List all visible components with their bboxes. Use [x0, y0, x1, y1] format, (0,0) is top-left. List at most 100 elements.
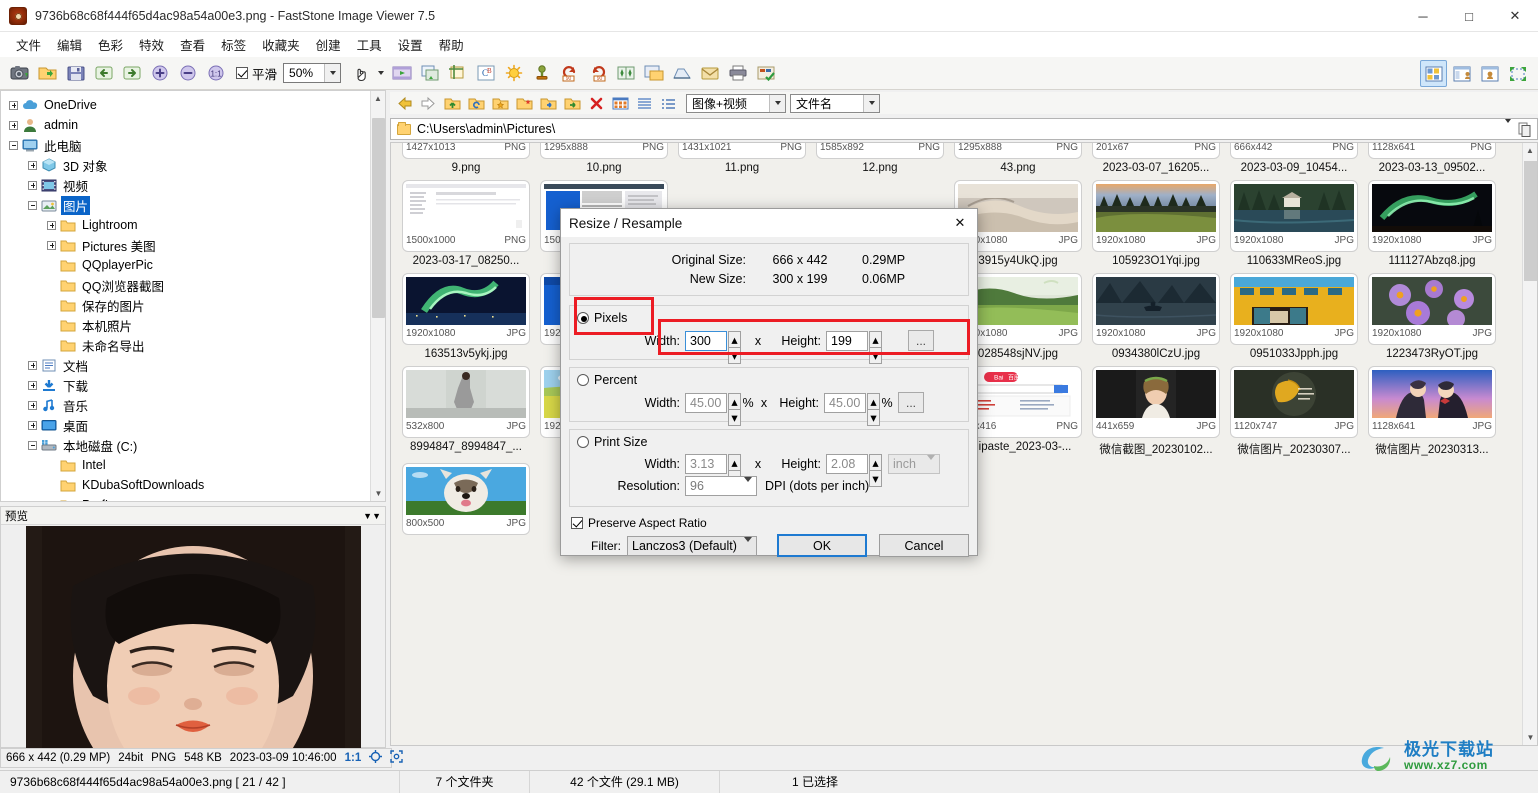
sidebar-item-18[interactable]: Intel [5, 455, 371, 475]
previous-image-icon[interactable] [90, 60, 117, 87]
sidebar-item-4[interactable]: 视频 [5, 175, 371, 195]
thumbnail-cell[interactable]: 1920x1080 JPG 163513v5ykj.jpg [397, 273, 535, 360]
thumbnail-cell[interactable]: 1120x747 JPG 微信图片_20230307... [1225, 366, 1363, 457]
tree-expander-plus[interactable] [28, 160, 37, 170]
slideshow-icon[interactable] [388, 60, 415, 87]
thumbnail-card[interactable]: 1431x1021 PNG [678, 143, 806, 159]
thumbnail-cell[interactable]: 532x800 JPG 8994847_8994847_... [397, 366, 535, 457]
sidebar-item-13[interactable]: 文档 [5, 355, 371, 375]
tree-expander-plus[interactable] [47, 220, 56, 230]
menu-color[interactable]: 色彩 [90, 32, 131, 57]
maximize-button[interactable]: □ [1446, 0, 1492, 32]
thumbnail-card[interactable]: 666x442 PNG [1230, 143, 1358, 159]
menu-help[interactable]: 帮助 [431, 32, 472, 57]
percent-radio-button[interactable] [577, 374, 589, 386]
sidebar-item-11[interactable]: 本机照片 [5, 315, 371, 335]
sort-by-select[interactable]: 文件名 [790, 93, 880, 113]
pixels-height-input[interactable]: 199 [826, 330, 868, 351]
chevron-down-icon[interactable] [769, 94, 785, 112]
thumbnail-card[interactable]: 1920x1080 JPG [1230, 273, 1358, 345]
thumbnail-cell[interactable]: 1920x1080 JPG 1223473RyOT.jpg [1363, 273, 1501, 360]
resolution-select[interactable]: 96 [685, 476, 757, 496]
path-bar[interactable]: C:\Users\admin\Pictures\ [390, 118, 1538, 140]
preview-view-icon[interactable] [1476, 60, 1503, 87]
crop-icon[interactable] [444, 60, 471, 87]
open-folder-icon[interactable] [34, 60, 61, 87]
hand-tool-icon[interactable] [347, 60, 374, 87]
tree-expander-plus[interactable] [47, 240, 56, 250]
thumbnail-card[interactable]: 1920x1080 JPG [1230, 180, 1358, 252]
sidebar-item-7[interactable]: Pictures 美图 [5, 235, 371, 255]
thumbnail-cell[interactable]: 1500x1000 PNG 2023-03-17_08250... [397, 180, 535, 267]
pixels-width-spinner[interactable]: ▴ ▾ [728, 330, 741, 364]
smooth-checkbox[interactable]: 平滑 [236, 64, 277, 83]
tree-expander-plus[interactable] [9, 100, 18, 110]
chevron-down-icon[interactable] [863, 94, 879, 112]
back-icon[interactable] [392, 93, 416, 113]
save-icon[interactable] [62, 60, 89, 87]
tree-expander-plus[interactable] [9, 120, 18, 130]
thumbnail-card[interactable]: 800x500 JPG [402, 463, 530, 535]
tree-expander-minus[interactable] [28, 440, 37, 450]
thumbnail-card[interactable]: 1920x1080 JPG [1368, 180, 1496, 252]
copy-path-button[interactable] [1512, 118, 1536, 140]
thumbnail-cell[interactable]: 600000T9D4DV45XQYKKAAEU85201x67PNG2023-0… [1087, 143, 1225, 174]
percent-presets-button[interactable]: ... [898, 392, 924, 413]
preserve-aspect-ratio-checkbox[interactable]: Preserve Aspect Ratio [569, 514, 969, 534]
chevron-double-down-icon[interactable]: ▼▼ [363, 511, 381, 521]
sidebar-item-16[interactable]: 桌面 [5, 415, 371, 435]
percent-height-input[interactable]: 45.00 [824, 392, 866, 413]
menu-tools[interactable]: 工具 [349, 32, 390, 57]
sidebar-item-3[interactable]: 3D 对象 [5, 155, 371, 175]
thumbnail-cell[interactable]: 1920x1080 JPG 111127Abzq8.jpg [1363, 180, 1501, 267]
thumbnail-cell[interactable]: 1920x1080 JPG 0934380lCzU.jpg [1087, 273, 1225, 360]
menu-effects[interactable]: 特效 [131, 32, 172, 57]
move-to-icon[interactable] [560, 93, 584, 113]
sidebar-item-17[interactable]: 本地磁盘 (C:) [5, 435, 371, 455]
sidebar-item-5[interactable]: 图片 [5, 195, 371, 215]
rotate-right-icon[interactable]: 90 [584, 60, 611, 87]
pixels-presets-button[interactable]: ... [908, 330, 934, 351]
thumbnail-card[interactable]: 600000T9D4DV45XQYKKAAEU85201x67PNG [1092, 143, 1220, 159]
sidebar-item-8[interactable]: QQplayerPic [5, 255, 371, 275]
tree-expander-plus[interactable] [28, 180, 37, 190]
zoom-level-select[interactable]: 50% [283, 63, 342, 83]
edit-external-icon[interactable] [752, 60, 779, 87]
menu-favorites[interactable]: 收藏夹 [254, 32, 308, 57]
next-image-icon[interactable] [118, 60, 145, 87]
sidebar-item-2[interactable]: 此电脑 [5, 135, 371, 155]
resize-resample-dialog[interactable]: Resize / Resample ✕ Original Size: 666 x… [560, 208, 978, 557]
thumbnail-card[interactable]: 1128x641 PNG [1368, 143, 1496, 159]
hand-tool-dropdown-icon[interactable] [375, 60, 387, 87]
resize-icon[interactable] [640, 60, 667, 87]
tree-scrollbar[interactable]: ▲ ▼ [370, 91, 385, 501]
thumbnail-card[interactable]: 1500x1000 PNG [402, 180, 530, 252]
clone-stamp-icon[interactable] [528, 60, 555, 87]
thumbnail-card[interactable]: 1120x747 JPG [1230, 366, 1358, 438]
thumbnail-cell[interactable]: 1295x888 PNG 43.png [949, 143, 1087, 174]
thumbnail-cell[interactable]: 1920x1080 JPG 105923O1Yqi.jpg [1087, 180, 1225, 267]
percent-radio[interactable]: Percent [570, 368, 968, 389]
thumbnail-cell[interactable]: 1295x888 PNG 10.png [535, 143, 673, 174]
new-folder-icon[interactable] [512, 93, 536, 113]
percent-width-spinner[interactable]: ▴ ▾ [728, 392, 741, 426]
zoom-out-icon[interactable] [174, 60, 201, 87]
cancel-button[interactable]: Cancel [879, 534, 969, 557]
print-width-spinner[interactable]: ▴▾ [728, 454, 741, 487]
scan-icon[interactable] [668, 60, 695, 87]
tree-scroll-thumb[interactable] [372, 118, 385, 318]
thumbnail-card[interactable]: 441x659 JPG [1092, 366, 1220, 438]
thumbnail-cell[interactable]: 1585x892 PNG 12.png [811, 143, 949, 174]
sidebar-item-19[interactable]: KDubaSoftDownloads [5, 475, 371, 495]
sidebar-item-10[interactable]: 保存的图片 [5, 295, 371, 315]
ok-button[interactable]: OK [777, 534, 867, 557]
chevron-down-icon[interactable] [1505, 119, 1511, 137]
tree-expander-minus[interactable] [9, 140, 18, 150]
thumbnail-card[interactable]: 1295x888 PNG [954, 143, 1082, 159]
thumbnail-card[interactable]: 1920x1080 JPG [1092, 180, 1220, 252]
sidebar-item-1[interactable]: admin [5, 115, 371, 135]
pixels-radio-button[interactable] [577, 312, 589, 324]
close-button[interactable]: ✕ [1492, 0, 1538, 32]
menu-view[interactable]: 查看 [172, 32, 213, 57]
print-icon[interactable] [724, 60, 751, 87]
